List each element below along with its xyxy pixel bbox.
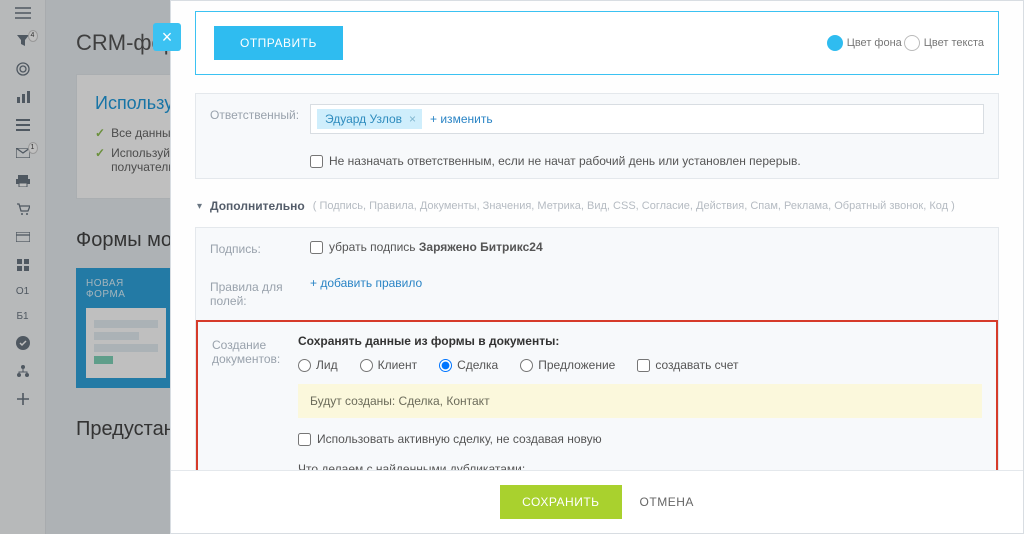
radio-lead[interactable]: Лид <box>298 358 338 372</box>
change-link[interactable]: + изменить <box>430 112 493 126</box>
remove-signature-checkbox[interactable] <box>310 241 323 254</box>
save-button[interactable]: СОХРАНИТЬ <box>500 485 621 519</box>
add-rule-link[interactable]: + добавить правило <box>310 276 422 290</box>
doc-type-radios: Лид Клиент Сделка Предложение создавать … <box>298 358 982 372</box>
modal-footer: СОХРАНИТЬ ОТМЕНА <box>171 470 1023 533</box>
radio-offer[interactable]: Предложение <box>520 358 615 372</box>
extra-section-toggle[interactable]: ▾ Дополнительно ( Подпись, Правила, Доку… <box>195 193 999 227</box>
form-settings-modal: × ОТПРАВИТЬ Цвет фона Цвет текста Ответс… <box>170 0 1024 534</box>
duplicates-heading: Что делаем с найденными дубликатами: <box>298 462 982 470</box>
signature-label: Подпись: <box>210 238 310 256</box>
chevron-down-icon: ▾ <box>197 201 202 212</box>
close-button[interactable]: × <box>153 23 181 51</box>
will-create-note: Будут созданы: Сделка, Контакт <box>298 384 982 418</box>
text-color-toggle[interactable] <box>904 35 920 51</box>
user-tag[interactable]: Эдуард Узлов <box>317 109 422 129</box>
documents-label: Создание документов: <box>212 334 298 470</box>
radio-client[interactable]: Клиент <box>360 358 418 372</box>
send-button[interactable]: ОТПРАВИТЬ <box>214 26 343 60</box>
cancel-button[interactable]: ОТМЕНА <box>640 485 694 519</box>
radio-deal[interactable]: Сделка <box>439 358 498 372</box>
checkbox-invoice[interactable]: создавать счет <box>637 358 738 372</box>
field-rules-label: Правила для полей: <box>210 276 310 308</box>
color-mode-toggle[interactable]: Цвет фона Цвет текста <box>827 35 984 51</box>
use-active-deal-checkbox[interactable] <box>298 433 311 446</box>
bg-color-toggle[interactable] <box>827 35 843 51</box>
save-heading: Сохранять данные из формы в документы: <box>298 334 982 348</box>
skip-responsible-checkbox[interactable] <box>310 155 323 168</box>
highlighted-documents-section: Создание документов: Сохранять данные из… <box>196 320 998 470</box>
responsible-field[interactable]: Эдуард Узлов + изменить <box>310 104 984 134</box>
responsible-label: Ответственный: <box>210 104 310 134</box>
form-preview-panel: ОТПРАВИТЬ Цвет фона Цвет текста <box>195 11 999 75</box>
